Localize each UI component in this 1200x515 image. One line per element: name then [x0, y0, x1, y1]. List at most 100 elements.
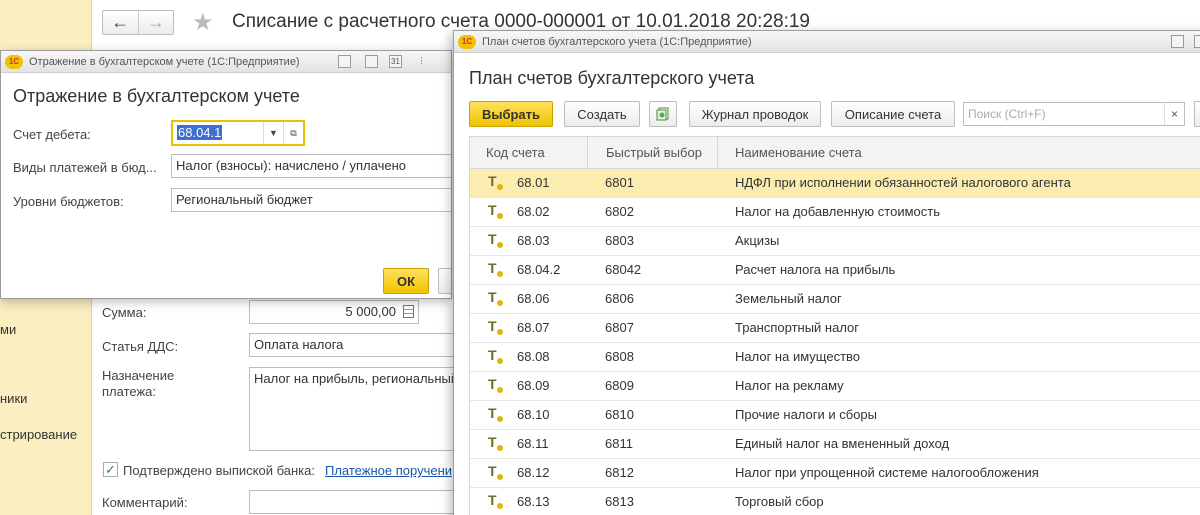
account-name: Земельный налог [735, 291, 842, 306]
account-type-icon: T [488, 231, 504, 249]
account-description-button[interactable]: Описание счета [831, 101, 955, 127]
account-quick-select: 6811 [605, 436, 633, 451]
cancel-button[interactable] [438, 268, 451, 294]
amount-label: Сумма: [102, 305, 147, 320]
account-quick-select: 6809 [605, 378, 634, 393]
account-quick-select: 6812 [605, 465, 634, 480]
favorite-star-icon[interactable]: ★ [192, 8, 214, 37]
table-row[interactable]: T 68.04.2 68042 Расчет налога на прибыль [470, 256, 1200, 285]
history-nav: ← → [102, 10, 174, 35]
coa-heading: План счетов бухгалтерского учета [469, 68, 755, 88]
calendar-icon[interactable]: 31 [389, 55, 402, 68]
copy-icon[interactable] [649, 101, 677, 127]
dialog-window-title: Отражение в бухгалтерском учете (1С:Пред… [29, 55, 300, 68]
accounts-table: Код счета Быстрый выбор Наименование сче… [469, 136, 1200, 515]
payment-order-link[interactable]: Платежное поручени [325, 463, 452, 478]
accounting-reflection-dialog: 1С Отражение в бухгалтерском учете (1С:П… [0, 50, 452, 299]
account-quick-select: 6810 [605, 407, 634, 422]
account-code: 68.09 [517, 378, 550, 393]
1c-logo-icon: 1С [458, 35, 476, 49]
more-icon[interactable]: ⋮ [415, 55, 428, 68]
create-button[interactable]: Создать [564, 101, 640, 127]
amount-value: 5 000,00 [345, 304, 396, 319]
account-type-icon: T [488, 202, 504, 220]
search-input[interactable]: Поиск (Ctrl+F) × [963, 102, 1185, 126]
section-item[interactable]: ники [0, 391, 27, 406]
table-row[interactable]: T 68.10 6810 Прочие налоги и сборы [470, 401, 1200, 430]
table-row[interactable]: T 68.01 6801 НДФЛ при исполнении обязанност… [470, 169, 1200, 198]
debit-account-field[interactable]: 68.04.1 ▼ ⧉ [171, 120, 305, 146]
table-row[interactable]: T 68.12 6812 Налог при упрощенной системе н… [470, 459, 1200, 488]
table-row[interactable]: T 68.03 6803 Акцизы [470, 227, 1200, 256]
amount-field[interactable]: 5 000,00 [249, 300, 419, 324]
table-row[interactable]: T 68.08 6808 Налог на имущество [470, 343, 1200, 372]
account-quick-select: 6801 [605, 175, 634, 190]
purpose-textarea[interactable]: Налог на прибыль, региональный [249, 367, 459, 451]
bank-confirmed-checkbox[interactable]: ✓ [103, 462, 118, 477]
account-type-icon: T [488, 260, 504, 278]
coa-window-title: План счетов бухгалтерского учета (1С:Пре… [482, 35, 752, 48]
account-code: 68.12 [517, 465, 550, 480]
account-code: 68.03 [517, 233, 550, 248]
bank-confirmed-label: Подтверждено выпиской банка: [123, 463, 315, 478]
purpose-label: Назначение [102, 368, 175, 383]
account-name: Налог на имущество [735, 349, 861, 364]
table-row[interactable]: T 68.06 6806 Земельный налог [470, 285, 1200, 314]
column-code[interactable]: Код счета [470, 137, 545, 169]
account-quick-select: 6807 [605, 320, 634, 335]
calculator-icon[interactable] [365, 55, 378, 68]
account-type-icon: T [488, 173, 504, 191]
purpose-value: Налог на прибыль, региональный [254, 371, 459, 386]
window-control-icon[interactable] [1194, 35, 1200, 48]
forward-arrow-icon[interactable]: → [137, 11, 174, 34]
account-quick-select: 6803 [605, 233, 634, 248]
budget-levels-value: Региональный бюджет [176, 192, 313, 207]
account-code: 68.13 [517, 494, 550, 509]
column-name[interactable]: Наименование счета [719, 137, 862, 169]
account-quick-select: 68042 [605, 262, 642, 277]
account-code: 68.01 [517, 175, 550, 190]
comment-field[interactable] [249, 490, 459, 514]
table-row[interactable]: T 68.07 6807 Транспортный налог [470, 314, 1200, 343]
section-item[interactable]: стрирование [0, 427, 77, 442]
table-row[interactable]: T 68.09 6809 Налог на рекламу [470, 372, 1200, 401]
copy-doc-icon [656, 107, 669, 121]
1c-logo-icon: 1С [5, 55, 23, 69]
section-item[interactable]: ми [0, 322, 16, 337]
column-quick[interactable]: Быстрый выбор [590, 137, 702, 169]
account-name: Единый налог на вмененный доход [735, 436, 950, 451]
debit-account-label: Счет дебета: [13, 127, 91, 142]
print-icon[interactable] [1171, 35, 1184, 48]
more-actions-button[interactable] [1194, 101, 1200, 127]
chevron-down-icon[interactable]: ▼ [263, 122, 283, 144]
account-type-icon: T [488, 376, 504, 394]
budget-levels-label: Уровни бюджетов: [13, 194, 124, 209]
select-button[interactable]: Выбрать [469, 101, 553, 127]
back-arrow-icon[interactable]: ← [103, 11, 138, 34]
calculator-icon[interactable] [403, 305, 414, 318]
budget-levels-field[interactable]: Региональный бюджет [171, 188, 451, 212]
dds-field[interactable]: Оплата налога [249, 333, 459, 357]
account-quick-select: 6813 [605, 494, 634, 509]
chart-of-accounts-window: 1С План счетов бухгалтерского учета (1С:… [453, 30, 1200, 515]
account-type-icon: T [488, 289, 504, 307]
open-icon[interactable]: ⧉ [283, 122, 303, 144]
account-name: Прочие налоги и сборы [735, 407, 878, 422]
table-row[interactable]: T 68.11 6811 Единый налог на вмененный дохо… [470, 430, 1200, 459]
account-type-icon: T [488, 405, 504, 423]
account-quick-select: 6802 [605, 204, 634, 219]
account-quick-select: 6806 [605, 291, 634, 306]
account-quick-select: 6808 [605, 349, 634, 364]
account-name: Транспортный налог [735, 320, 860, 335]
print-icon[interactable] [338, 55, 351, 68]
account-name: Торговый сбор [735, 494, 824, 509]
payment-types-field[interactable]: Налог (взносы): начислено / уплачено [171, 154, 451, 178]
ok-button[interactable]: ОК [383, 268, 429, 294]
search-placeholder: Поиск (Ctrl+F) [968, 107, 1046, 121]
table-row[interactable]: T 68.02 6802 Налог на добавленную стоимость [470, 198, 1200, 227]
clear-icon[interactable]: × [1164, 103, 1184, 125]
journal-button[interactable]: Журнал проводок [689, 101, 821, 127]
table-row[interactable]: T 68.13 6813 Торговый сбор [470, 488, 1200, 515]
account-name: Налог на рекламу [735, 378, 844, 393]
purpose-label-2: платежа: [102, 384, 156, 399]
